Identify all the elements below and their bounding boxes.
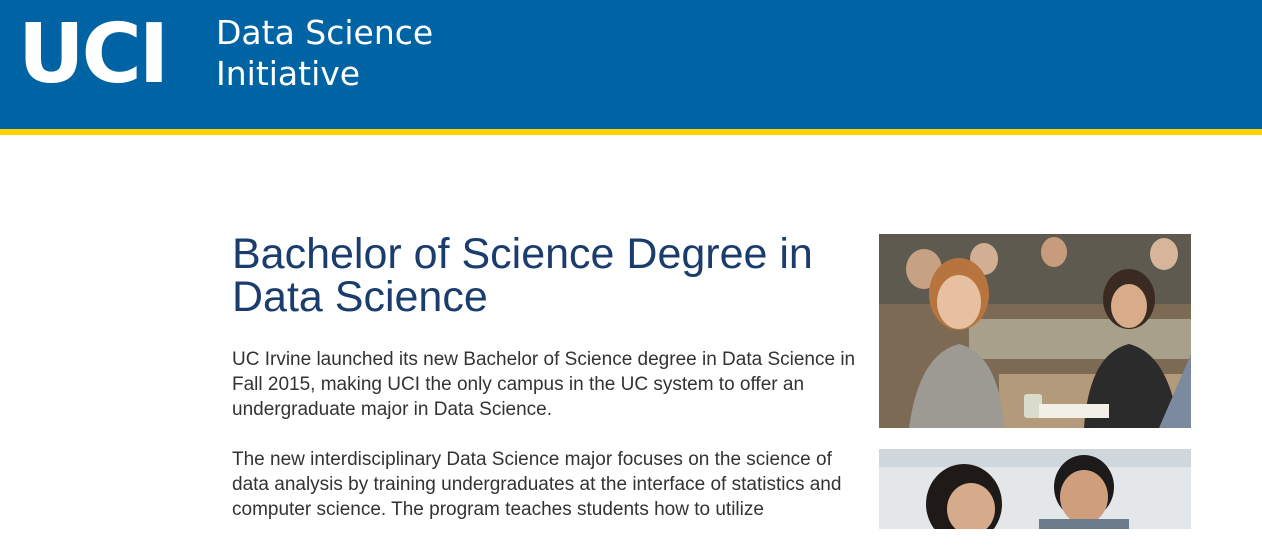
site-name-line2: Initiative xyxy=(216,54,361,93)
classroom-students-photo xyxy=(879,234,1191,428)
page-title: Bachelor of Science Degree in Data Scien… xyxy=(232,230,813,321)
site-name[interactable]: Data Science Initiative xyxy=(216,12,433,94)
uci-logo[interactable]: UCI xyxy=(18,14,169,96)
site-header: UCI Data Science Initiative xyxy=(0,0,1262,129)
header-gold-stripe xyxy=(0,129,1262,135)
site-name-line1: Data Science xyxy=(216,13,434,52)
description-paragraph: The new interdisciplinary Data Science m… xyxy=(232,449,842,520)
main-content: UC Irvine launched its new Bachelor of S… xyxy=(232,347,866,547)
students-working-photo xyxy=(879,449,1191,529)
intro-paragraph: UC Irvine launched its new Bachelor of S… xyxy=(232,349,856,420)
